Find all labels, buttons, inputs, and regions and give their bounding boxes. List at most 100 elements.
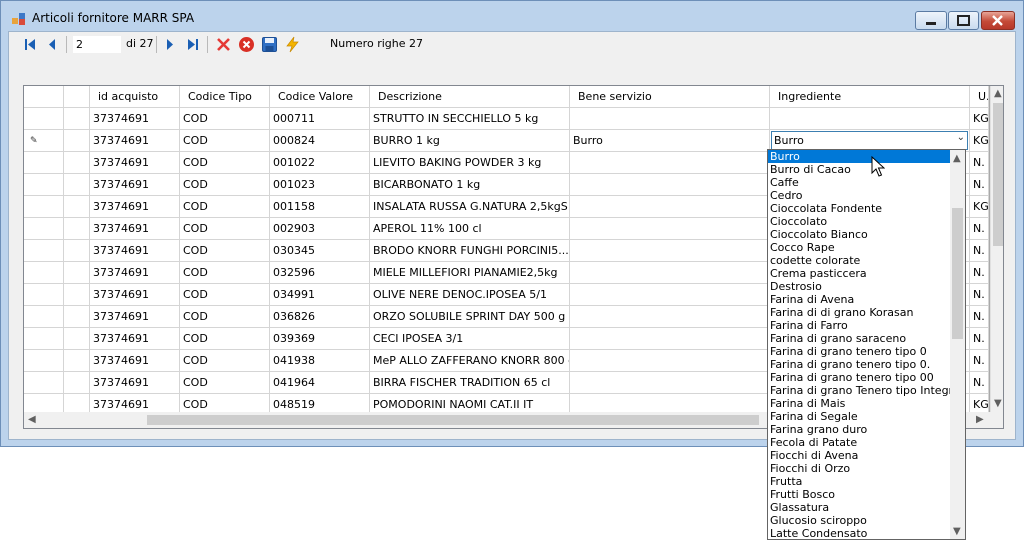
- row-header[interactable]: [24, 152, 64, 174]
- dropdown-scroll-up-icon[interactable]: ▲: [953, 153, 961, 164]
- table-cell[interactable]: KG: [970, 130, 989, 152]
- column-header[interactable]: Codice Valore: [270, 86, 370, 108]
- ingredient-combobox[interactable]: Burro ⌄: [771, 131, 968, 150]
- dropdown-item[interactable]: Glassatura: [768, 501, 950, 514]
- table-cell[interactable]: MeP ALLO ZAFFERANO KNORR 800 g: [370, 350, 570, 372]
- row-header[interactable]: ✎: [24, 130, 64, 152]
- row-header[interactable]: [24, 372, 64, 394]
- table-cell[interactable]: [570, 196, 770, 218]
- table-cell[interactable]: BIRRA FISCHER TRADITION 65 cl: [370, 372, 570, 394]
- table-cell[interactable]: COD: [180, 328, 270, 350]
- dropdown-item[interactable]: Farina grano duro: [768, 423, 950, 436]
- table-cell[interactable]: [570, 174, 770, 196]
- dropdown-item[interactable]: Farina di grano tenero tipo 00: [768, 371, 950, 384]
- table-cell[interactable]: 041964: [270, 372, 370, 394]
- dropdown-item[interactable]: Farina di grano tenero tipo 0: [768, 345, 950, 358]
- table-cell[interactable]: APEROL 11% 100 cl: [370, 218, 570, 240]
- dropdown-item[interactable]: Cocco Rape: [768, 241, 950, 254]
- table-cell[interactable]: COD: [180, 350, 270, 372]
- table-cell[interactable]: 37374691: [90, 372, 180, 394]
- table-cell[interactable]: MIELE MILLEFIORI PIANAMIE2,5kg: [370, 262, 570, 284]
- dropdown-item[interactable]: Frutta: [768, 475, 950, 488]
- table-cell[interactable]: COD: [180, 240, 270, 262]
- column-header[interactable]: Bene servizio: [570, 86, 770, 108]
- row-header[interactable]: [24, 218, 64, 240]
- dropdown-item[interactable]: Farina di di grano Korasan: [768, 306, 950, 319]
- dropdown-item[interactable]: Caffe: [768, 176, 950, 189]
- position-input[interactable]: 2: [72, 35, 122, 54]
- table-cell[interactable]: COD: [180, 152, 270, 174]
- dropdown-item[interactable]: Burro: [768, 150, 950, 163]
- table-cell[interactable]: N.: [970, 240, 989, 262]
- table-cell[interactable]: LIEVITO BAKING POWDER 3 kg: [370, 152, 570, 174]
- table-cell[interactable]: [64, 108, 90, 130]
- column-header[interactable]: Descrizione: [370, 86, 570, 108]
- table-cell[interactable]: 37374691: [90, 196, 180, 218]
- dropdown-item[interactable]: Cioccolata Fondente: [768, 202, 950, 215]
- table-cell[interactable]: [64, 306, 90, 328]
- table-cell[interactable]: [64, 152, 90, 174]
- table-cell[interactable]: 37374691: [90, 350, 180, 372]
- table-cell[interactable]: N.: [970, 284, 989, 306]
- column-header[interactable]: Ingrediente: [770, 86, 970, 108]
- dropdown-item[interactable]: Farina di Farro: [768, 319, 950, 332]
- table-cell[interactable]: CECI IPOSEA 3/1: [370, 328, 570, 350]
- row-header[interactable]: [24, 262, 64, 284]
- table-cell[interactable]: 37374691: [90, 108, 180, 130]
- move-next-icon[interactable]: [161, 36, 178, 53]
- scroll-right-icon[interactable]: ▶: [976, 414, 984, 425]
- table-cell[interactable]: 37374691: [90, 240, 180, 262]
- table-cell[interactable]: [570, 240, 770, 262]
- scroll-up-icon[interactable]: ▲: [994, 88, 1002, 99]
- table-cell[interactable]: [64, 262, 90, 284]
- column-header[interactable]: [24, 86, 64, 108]
- table-cell[interactable]: 036826: [270, 306, 370, 328]
- close-button[interactable]: [981, 11, 1015, 30]
- table-cell[interactable]: 000711: [270, 108, 370, 130]
- table-cell[interactable]: COD: [180, 306, 270, 328]
- dropdown-item[interactable]: Crema pasticcera: [768, 267, 950, 280]
- table-cell[interactable]: [64, 240, 90, 262]
- table-cell[interactable]: 37374691: [90, 328, 180, 350]
- table-cell[interactable]: 37374691: [90, 218, 180, 240]
- table-cell[interactable]: KG: [970, 196, 989, 218]
- grid-vertical-scrollbar[interactable]: ▲ ▼: [990, 86, 1003, 412]
- table-cell[interactable]: [64, 174, 90, 196]
- vertical-scroll-thumb[interactable]: [993, 103, 1003, 246]
- table-cell[interactable]: 001022: [270, 152, 370, 174]
- row-header[interactable]: [24, 174, 64, 196]
- ingredient-dropdown-list[interactable]: Burro Burro di Cacao Caffe Cedro Cioccolata …: [767, 149, 966, 540]
- table-cell[interactable]: 37374691: [90, 262, 180, 284]
- table-cell[interactable]: [570, 306, 770, 328]
- column-header[interactable]: U.: [970, 86, 989, 108]
- dropdown-item[interactable]: Cioccolato Bianco: [768, 228, 950, 241]
- dropdown-item[interactable]: Farina di grano Tenero tipo Integrale: [768, 384, 965, 397]
- table-cell[interactable]: KG: [970, 108, 989, 130]
- dropdown-scrollbar[interactable]: ▲ ▼: [950, 150, 965, 539]
- table-cell[interactable]: COD: [180, 196, 270, 218]
- table-cell[interactable]: [64, 328, 90, 350]
- table-cell[interactable]: [770, 108, 970, 130]
- dropdown-item[interactable]: Cioccolato: [768, 215, 950, 228]
- table-cell[interactable]: 001158: [270, 196, 370, 218]
- table-cell[interactable]: N.: [970, 328, 989, 350]
- table-cell[interactable]: [570, 328, 770, 350]
- row-header[interactable]: [24, 328, 64, 350]
- table-cell[interactable]: [570, 108, 770, 130]
- row-header[interactable]: [24, 306, 64, 328]
- dropdown-item[interactable]: Fiocchi di Orzo: [768, 462, 950, 475]
- table-cell[interactable]: STRUTTO IN SECCHIELLO 5 kg: [370, 108, 570, 130]
- table-cell[interactable]: COD: [180, 174, 270, 196]
- table-cell[interactable]: [64, 130, 90, 152]
- table-cell[interactable]: 37374691: [90, 306, 180, 328]
- table-cell[interactable]: COD: [180, 262, 270, 284]
- row-header[interactable]: [24, 284, 64, 306]
- table-cell[interactable]: N.: [970, 152, 989, 174]
- table-cell[interactable]: [570, 284, 770, 306]
- table-cell[interactable]: 000824: [270, 130, 370, 152]
- dropdown-scroll-thumb[interactable]: [952, 208, 963, 339]
- table-row[interactable]: 37374691 COD 000711 STRUTTO IN SECCHIELLO 5…: [24, 108, 989, 130]
- table-cell[interactable]: N.: [970, 218, 989, 240]
- dropdown-item[interactable]: Farina di Segale: [768, 410, 950, 423]
- dropdown-item[interactable]: Fiocchi di Avena: [768, 449, 950, 462]
